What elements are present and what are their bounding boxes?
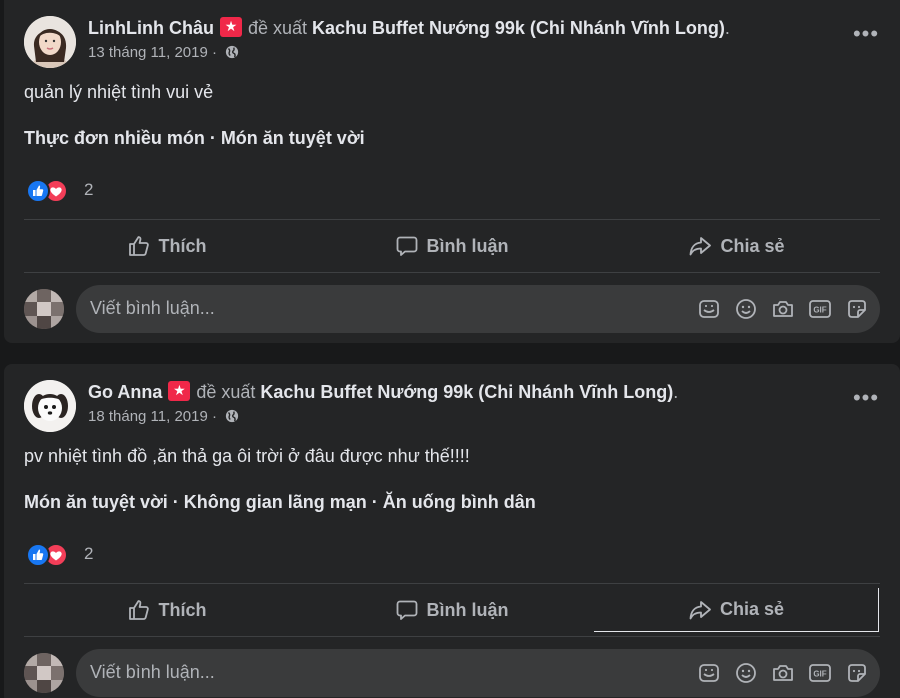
comment-input[interactable]: Viết bình luận... GIF [76, 649, 880, 697]
comment-placeholder: Viết bình luận... [90, 662, 215, 682]
post-title-line: LinhLinh Châu ★ đề xuất Kachu Buffet Nướng… [88, 16, 730, 40]
title-period: . [673, 382, 679, 402]
emoji-icon[interactable] [733, 660, 759, 686]
current-user-avatar[interactable] [24, 653, 64, 693]
reaction-summary[interactable]: 2 [26, 543, 146, 569]
comment-label: Bình luận [426, 599, 509, 620]
current-user-avatar[interactable] [24, 289, 64, 329]
like-reaction-icon [26, 179, 50, 203]
sticker-icon[interactable] [844, 660, 870, 686]
post-tags: Món ăn tuyệt vời · Không gian lãng mạn ·… [24, 492, 536, 512]
globe-icon [226, 45, 239, 59]
post-actions: Thích Bình luận Chia sẻ [24, 588, 880, 632]
reaction-summary[interactable]: 2 [26, 179, 146, 205]
post-card: LinhLinh Châu ★ đề xuất Kachu Buffet Nướng… [4, 0, 900, 343]
divider [24, 636, 880, 637]
comment-bubble-icon [396, 236, 417, 256]
comment-composer: Viết bình luận... GIF [24, 285, 880, 333]
emoji-icon[interactable] [733, 296, 759, 322]
recommend-verb: đề xuất [247, 18, 308, 38]
camera-icon[interactable] [770, 296, 796, 322]
thumbs-up-icon [128, 236, 149, 256]
post-date[interactable]: 13 tháng 11, 2019 [88, 44, 208, 61]
post-meta: 13 tháng 11, 2019 · [88, 44, 239, 61]
author-name[interactable]: LinhLinh Châu [88, 18, 214, 38]
reaction-count: 2 [84, 544, 94, 563]
camera-icon[interactable] [770, 660, 796, 686]
post-card: Go Anna ★ đề xuất Kachu Buffet Nướng 99k (… [4, 364, 900, 698]
place-name[interactable]: Kachu Buffet Nướng 99k (Chi Nhánh Vĩnh L… [260, 382, 673, 402]
author-avatar[interactable] [24, 16, 76, 68]
comment-tools: GIF [685, 660, 870, 686]
divider [24, 219, 880, 220]
gif-icon-label: GIF [813, 670, 826, 679]
share-label: Chia sẻ [720, 235, 785, 256]
divider [24, 583, 880, 584]
like-button[interactable]: Thích [24, 588, 309, 632]
post-actions: Thích Bình luận Chia sẻ [24, 224, 880, 268]
post-header: LinhLinh Châu ★ đề xuất Kachu Buffet Nướng… [24, 14, 884, 68]
comment-label: Bình luận [426, 235, 509, 256]
gif-icon-label: GIF [813, 306, 826, 315]
gif-icon[interactable]: GIF [807, 660, 833, 686]
sticker-icon[interactable] [844, 296, 870, 322]
share-arrow-icon [690, 237, 712, 256]
place-name[interactable]: Kachu Buffet Nướng 99k (Chi Nhánh Vĩnh L… [312, 18, 725, 38]
comment-tools: GIF [685, 296, 870, 322]
author-avatar[interactable] [24, 380, 76, 432]
globe-icon [226, 409, 239, 423]
sticker-avatar-icon[interactable] [696, 296, 722, 322]
recommend-star-icon: ★ [168, 381, 191, 401]
post-title-line: Go Anna ★ đề xuất Kachu Buffet Nướng 99k (… [88, 380, 678, 404]
post-text: quản lý nhiệt tình vui vẻ [24, 82, 214, 102]
thumbs-up-icon [128, 600, 149, 620]
post-text: pv nhiệt tình đồ ,ăn thả ga ôi trời ở đâ… [24, 446, 470, 466]
meta-separator: · [212, 44, 218, 61]
comment-input[interactable]: Viết bình luận... GIF [76, 285, 880, 333]
reaction-count: 2 [84, 180, 94, 199]
share-arrow-icon [689, 600, 711, 619]
comment-button[interactable]: Bình luận [309, 588, 594, 632]
share-button[interactable]: Chia sẻ [594, 588, 879, 632]
like-button[interactable]: Thích [24, 224, 309, 268]
recommend-verb: đề xuất [196, 382, 256, 402]
gif-icon[interactable]: GIF [807, 296, 833, 322]
comment-bubble-icon [396, 600, 417, 620]
comment-placeholder: Viết bình luận... [90, 298, 215, 318]
sticker-avatar-icon[interactable] [696, 660, 722, 686]
meta-separator: · [212, 408, 218, 425]
post-tags: Thực đơn nhiều món · Món ăn tuyệt vời [24, 128, 365, 148]
title-period: . [724, 18, 730, 38]
recommend-star-icon: ★ [219, 17, 242, 37]
like-label: Thích [158, 599, 207, 620]
comment-button[interactable]: Bình luận [309, 224, 594, 268]
like-reaction-icon [26, 543, 50, 567]
author-name[interactable]: Go Anna [88, 382, 162, 402]
more-options-icon[interactable]: ••• [848, 23, 884, 54]
post-date[interactable]: 18 tháng 11, 2019 [88, 408, 208, 425]
share-label: Chia sẻ [719, 599, 785, 619]
divider [24, 272, 880, 273]
more-options-icon[interactable]: ••• [848, 387, 884, 418]
post-header: Go Anna ★ đề xuất Kachu Buffet Nướng 99k (… [24, 378, 884, 432]
share-button[interactable]: Chia sẻ [594, 224, 879, 268]
post-meta: 18 tháng 11, 2019 · [88, 408, 239, 425]
comment-composer: Viết bình luận... GIF [24, 649, 880, 697]
like-label: Thích [158, 235, 207, 256]
